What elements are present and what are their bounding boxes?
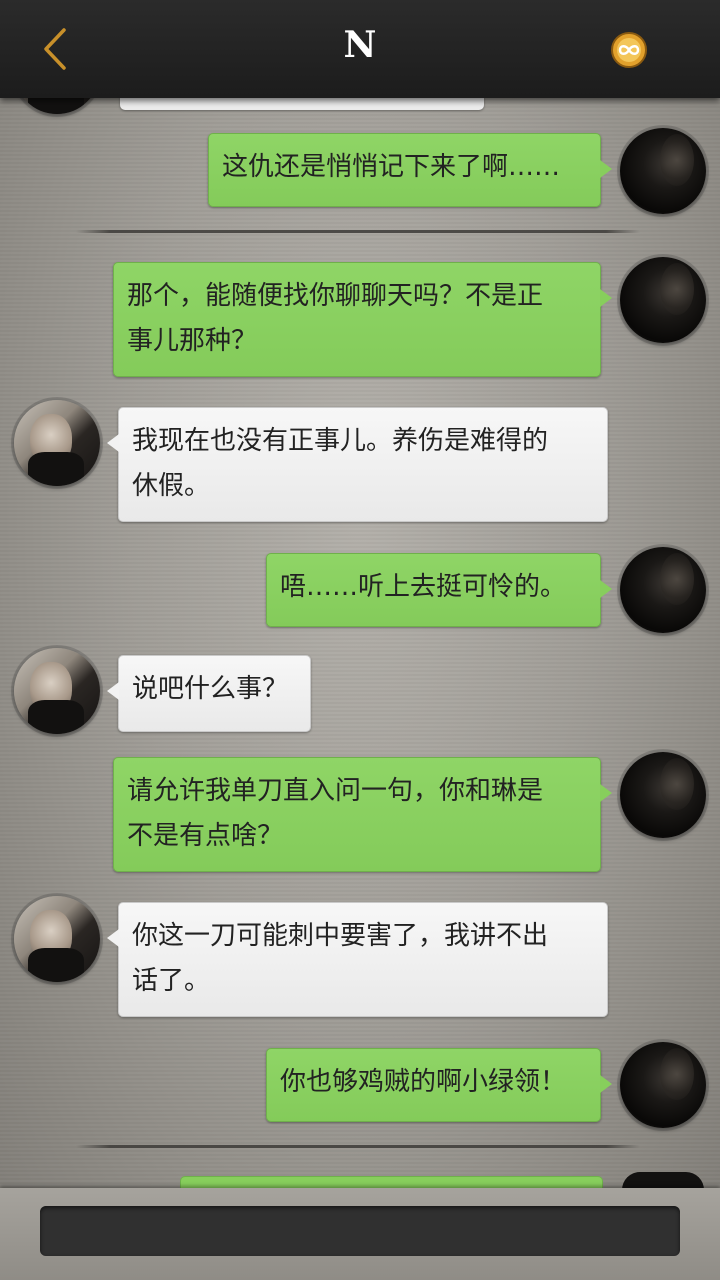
top-bar: N	[0, 0, 720, 98]
message-line: 那个，能随便找你聊聊天吗？不是正	[127, 281, 544, 311]
message-line: 说吧什么事？	[132, 674, 289, 704]
message-bubble-outgoing[interactable]: 你也够鸡贼的啊小绿领！	[266, 1048, 612, 1122]
message-bubble-outgoing[interactable]: 请允许我单刀直入问一句，你和琳是 不是有点啥？	[113, 757, 612, 872]
my-avatar[interactable]	[620, 547, 706, 633]
message-bubble-outgoing[interactable]: 唔……听上去挺可怜的。	[266, 553, 612, 627]
message-bubble-incoming[interactable]: 说吧什么事？	[107, 655, 311, 732]
message-line: 你也够鸡贼的啊小绿领！	[280, 1067, 567, 1097]
message-input[interactable]	[40, 1206, 680, 1256]
my-avatar[interactable]	[620, 752, 706, 838]
message-line: 话了。	[132, 966, 211, 996]
message-line: 休假。	[132, 471, 211, 501]
contact-avatar[interactable]	[14, 896, 100, 982]
message-bubble-outgoing[interactable]: 这仇还是悄悄记下来了啊……	[208, 133, 612, 207]
message-bubble-incoming[interactable]: 你这一刀可能刺中要害了，我讲不出 话了。	[107, 902, 608, 1017]
infinity-badge-icon[interactable]	[609, 30, 649, 70]
message-line: 不是有点啥？	[127, 821, 284, 851]
message-line: 事儿那种？	[127, 326, 258, 356]
message-line: 我现在也没有正事儿。养伤是难得的	[132, 426, 549, 456]
message-line: 请允许我单刀直入问一句，你和琳是	[127, 776, 544, 806]
message-line: 你这一刀可能刺中要害了，我讲不出	[132, 921, 549, 951]
message-bubble-incoming[interactable]: 我现在也没有正事儿。养伤是难得的 休假。	[107, 407, 608, 522]
my-avatar[interactable]	[620, 128, 706, 214]
message-line: 唔……听上去挺可怜的。	[280, 572, 567, 602]
my-avatar[interactable]	[620, 257, 706, 343]
time-divider	[76, 230, 640, 233]
message-bubble-outgoing[interactable]: 那个，能随便找你聊聊天吗？不是正 事儿那种？	[113, 262, 612, 377]
input-bar	[0, 1188, 720, 1280]
message-line: 这仇还是悄悄记下来了啊……	[222, 152, 561, 182]
contact-avatar[interactable]	[14, 648, 100, 734]
my-avatar[interactable]	[620, 1042, 706, 1128]
time-divider	[76, 1145, 640, 1148]
contact-avatar[interactable]	[14, 400, 100, 486]
